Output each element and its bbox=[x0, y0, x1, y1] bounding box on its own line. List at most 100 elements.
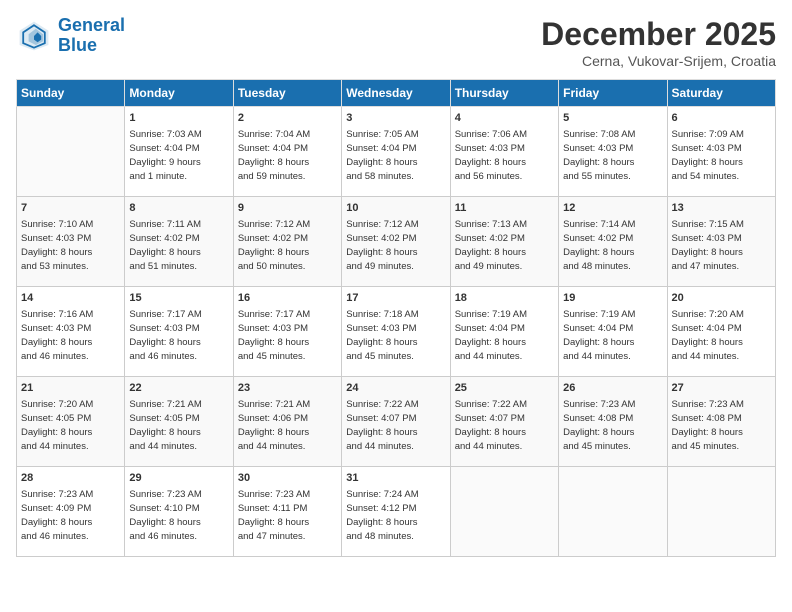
calendar-cell: 14 Sunrise: 7:16 AM Sunset: 4:03 PM Dayli… bbox=[17, 287, 125, 377]
calendar-cell: 11Sunrise: 7:13 AM Sunset: 4:02 PM Dayli… bbox=[450, 197, 558, 287]
logo-line1: General bbox=[58, 15, 125, 35]
day-info: Sunrise: 7:11 AM Sunset: 4:02 PM Dayligh… bbox=[129, 218, 228, 273]
week-row-3: 14 Sunrise: 7:16 AM Sunset: 4:03 PM Dayli… bbox=[17, 287, 776, 377]
day-info: Sunrise: 7:05 AM Sunset: 4:04 PM Dayligh… bbox=[346, 128, 445, 183]
calendar-cell: 31Sunrise: 7:24 AM Sunset: 4:12 PM Dayli… bbox=[342, 467, 450, 557]
calendar-body: 1 Sunrise: 7:03 AM Sunset: 4:04 PM Daylig… bbox=[17, 107, 776, 557]
calendar-cell: 13 Sunrise: 7:15 AM Sunset: 4:03 PM Dayli… bbox=[667, 197, 775, 287]
location-subtitle: Cerna, Vukovar-Srijem, Croatia bbox=[541, 53, 776, 69]
week-row-2: 7Sunrise: 7:10 AM Sunset: 4:03 PM Daylig… bbox=[17, 197, 776, 287]
calendar-cell: 6Sunrise: 7:09 AM Sunset: 4:03 PM Daylig… bbox=[667, 107, 775, 197]
calendar-cell: 2 Sunrise: 7:04 AM Sunset: 4:04 PM Daylig… bbox=[233, 107, 341, 197]
weekday-header-tuesday: Tuesday bbox=[233, 80, 341, 107]
day-number: 19 bbox=[563, 291, 662, 306]
day-number: 3 bbox=[346, 111, 445, 126]
day-info: Sunrise: 7:17 AM Sunset: 4:03 PM Dayligh… bbox=[129, 308, 228, 363]
weekday-header-wednesday: Wednesday bbox=[342, 80, 450, 107]
day-info: Sunrise: 7:22 AM Sunset: 4:07 PM Dayligh… bbox=[455, 398, 554, 453]
calendar-cell bbox=[17, 107, 125, 197]
calendar-cell: 1 Sunrise: 7:03 AM Sunset: 4:04 PM Daylig… bbox=[125, 107, 233, 197]
day-info: Sunrise: 7:17 AM Sunset: 4:03 PM Dayligh… bbox=[238, 308, 337, 363]
day-info: Sunrise: 7:23 AM Sunset: 4:08 PM Dayligh… bbox=[563, 398, 662, 453]
day-number: 8 bbox=[129, 201, 228, 216]
day-info: Sunrise: 7:15 AM Sunset: 4:03 PM Dayligh… bbox=[672, 218, 771, 273]
day-info: Sunrise: 7:19 AM Sunset: 4:04 PM Dayligh… bbox=[563, 308, 662, 363]
calendar-cell: 29Sunrise: 7:23 AM Sunset: 4:10 PM Dayli… bbox=[125, 467, 233, 557]
day-number: 31 bbox=[346, 471, 445, 486]
weekday-header-saturday: Saturday bbox=[667, 80, 775, 107]
calendar-cell: 10Sunrise: 7:12 AM Sunset: 4:02 PM Dayli… bbox=[342, 197, 450, 287]
calendar-cell bbox=[559, 467, 667, 557]
day-info: Sunrise: 7:23 AM Sunset: 4:10 PM Dayligh… bbox=[129, 488, 228, 543]
day-number: 15 bbox=[129, 291, 228, 306]
day-info: Sunrise: 7:12 AM Sunset: 4:02 PM Dayligh… bbox=[238, 218, 337, 273]
day-info: Sunrise: 7:23 AM Sunset: 4:09 PM Dayligh… bbox=[21, 488, 120, 543]
day-number: 17 bbox=[346, 291, 445, 306]
calendar-cell: 19 Sunrise: 7:19 AM Sunset: 4:04 PM Dayli… bbox=[559, 287, 667, 377]
weekday-header-friday: Friday bbox=[559, 80, 667, 107]
day-number: 14 bbox=[21, 291, 120, 306]
day-number: 11 bbox=[455, 201, 554, 216]
weekday-header-monday: Monday bbox=[125, 80, 233, 107]
day-info: Sunrise: 7:18 AM Sunset: 4:03 PM Dayligh… bbox=[346, 308, 445, 363]
day-number: 21 bbox=[21, 381, 120, 396]
day-info: Sunrise: 7:20 AM Sunset: 4:04 PM Dayligh… bbox=[672, 308, 771, 363]
calendar-cell: 20 Sunrise: 7:20 AM Sunset: 4:04 PM Dayli… bbox=[667, 287, 775, 377]
calendar-cell: 18 Sunrise: 7:19 AM Sunset: 4:04 PM Dayli… bbox=[450, 287, 558, 377]
day-number: 27 bbox=[672, 381, 771, 396]
calendar-cell: 15 Sunrise: 7:17 AM Sunset: 4:03 PM Dayli… bbox=[125, 287, 233, 377]
calendar-table: SundayMondayTuesdayWednesdayThursdayFrid… bbox=[16, 79, 776, 557]
calendar-cell: 12Sunrise: 7:14 AM Sunset: 4:02 PM Dayli… bbox=[559, 197, 667, 287]
day-number: 18 bbox=[455, 291, 554, 306]
day-number: 6 bbox=[672, 111, 771, 126]
calendar-cell: 3 Sunrise: 7:05 AM Sunset: 4:04 PM Daylig… bbox=[342, 107, 450, 197]
day-info: Sunrise: 7:16 AM Sunset: 4:03 PM Dayligh… bbox=[21, 308, 120, 363]
day-info: Sunrise: 7:20 AM Sunset: 4:05 PM Dayligh… bbox=[21, 398, 120, 453]
day-number: 13 bbox=[672, 201, 771, 216]
day-info: Sunrise: 7:23 AM Sunset: 4:08 PM Dayligh… bbox=[672, 398, 771, 453]
calendar-cell: 9Sunrise: 7:12 AM Sunset: 4:02 PM Daylig… bbox=[233, 197, 341, 287]
day-info: Sunrise: 7:03 AM Sunset: 4:04 PM Dayligh… bbox=[129, 128, 228, 183]
title-block: December 2025 Cerna, Vukovar-Srijem, Cro… bbox=[541, 16, 776, 69]
day-info: Sunrise: 7:23 AM Sunset: 4:11 PM Dayligh… bbox=[238, 488, 337, 543]
day-info: Sunrise: 7:21 AM Sunset: 4:05 PM Dayligh… bbox=[129, 398, 228, 453]
calendar-cell: 27 Sunrise: 7:23 AM Sunset: 4:08 PM Dayli… bbox=[667, 377, 775, 467]
calendar-cell: 25 Sunrise: 7:22 AM Sunset: 4:07 PM Dayli… bbox=[450, 377, 558, 467]
calendar-cell: 5 Sunrise: 7:08 AM Sunset: 4:03 PM Daylig… bbox=[559, 107, 667, 197]
weekday-header-thursday: Thursday bbox=[450, 80, 558, 107]
day-number: 4 bbox=[455, 111, 554, 126]
logo-icon bbox=[16, 18, 52, 54]
calendar-cell: 23 Sunrise: 7:21 AM Sunset: 4:06 PM Dayli… bbox=[233, 377, 341, 467]
day-number: 24 bbox=[346, 381, 445, 396]
week-row-4: 21 Sunrise: 7:20 AM Sunset: 4:05 PM Dayli… bbox=[17, 377, 776, 467]
week-row-5: 28 Sunrise: 7:23 AM Sunset: 4:09 PM Dayli… bbox=[17, 467, 776, 557]
month-title: December 2025 bbox=[541, 16, 776, 53]
calendar-cell: 21 Sunrise: 7:20 AM Sunset: 4:05 PM Dayli… bbox=[17, 377, 125, 467]
day-number: 12 bbox=[563, 201, 662, 216]
day-number: 23 bbox=[238, 381, 337, 396]
day-info: Sunrise: 7:04 AM Sunset: 4:04 PM Dayligh… bbox=[238, 128, 337, 183]
logo: General Blue bbox=[16, 16, 125, 56]
day-number: 25 bbox=[455, 381, 554, 396]
day-number: 1 bbox=[129, 111, 228, 126]
calendar-cell: 22 Sunrise: 7:21 AM Sunset: 4:05 PM Dayli… bbox=[125, 377, 233, 467]
day-number: 5 bbox=[563, 111, 662, 126]
day-info: Sunrise: 7:06 AM Sunset: 4:03 PM Dayligh… bbox=[455, 128, 554, 183]
day-number: 22 bbox=[129, 381, 228, 396]
day-info: Sunrise: 7:19 AM Sunset: 4:04 PM Dayligh… bbox=[455, 308, 554, 363]
calendar-cell: 24 Sunrise: 7:22 AM Sunset: 4:07 PM Dayli… bbox=[342, 377, 450, 467]
calendar-cell: 7Sunrise: 7:10 AM Sunset: 4:03 PM Daylig… bbox=[17, 197, 125, 287]
day-number: 10 bbox=[346, 201, 445, 216]
day-info: Sunrise: 7:10 AM Sunset: 4:03 PM Dayligh… bbox=[21, 218, 120, 273]
day-number: 20 bbox=[672, 291, 771, 306]
day-info: Sunrise: 7:21 AM Sunset: 4:06 PM Dayligh… bbox=[238, 398, 337, 453]
day-info: Sunrise: 7:08 AM Sunset: 4:03 PM Dayligh… bbox=[563, 128, 662, 183]
calendar-cell: 8 Sunrise: 7:11 AM Sunset: 4:02 PM Daylig… bbox=[125, 197, 233, 287]
page-header: General Blue December 2025 Cerna, Vukova… bbox=[16, 16, 776, 69]
day-number: 28 bbox=[21, 471, 120, 486]
weekday-row: SundayMondayTuesdayWednesdayThursdayFrid… bbox=[17, 80, 776, 107]
calendar-cell: 4 Sunrise: 7:06 AM Sunset: 4:03 PM Daylig… bbox=[450, 107, 558, 197]
calendar-cell: 28 Sunrise: 7:23 AM Sunset: 4:09 PM Dayli… bbox=[17, 467, 125, 557]
day-number: 2 bbox=[238, 111, 337, 126]
day-info: Sunrise: 7:22 AM Sunset: 4:07 PM Dayligh… bbox=[346, 398, 445, 453]
